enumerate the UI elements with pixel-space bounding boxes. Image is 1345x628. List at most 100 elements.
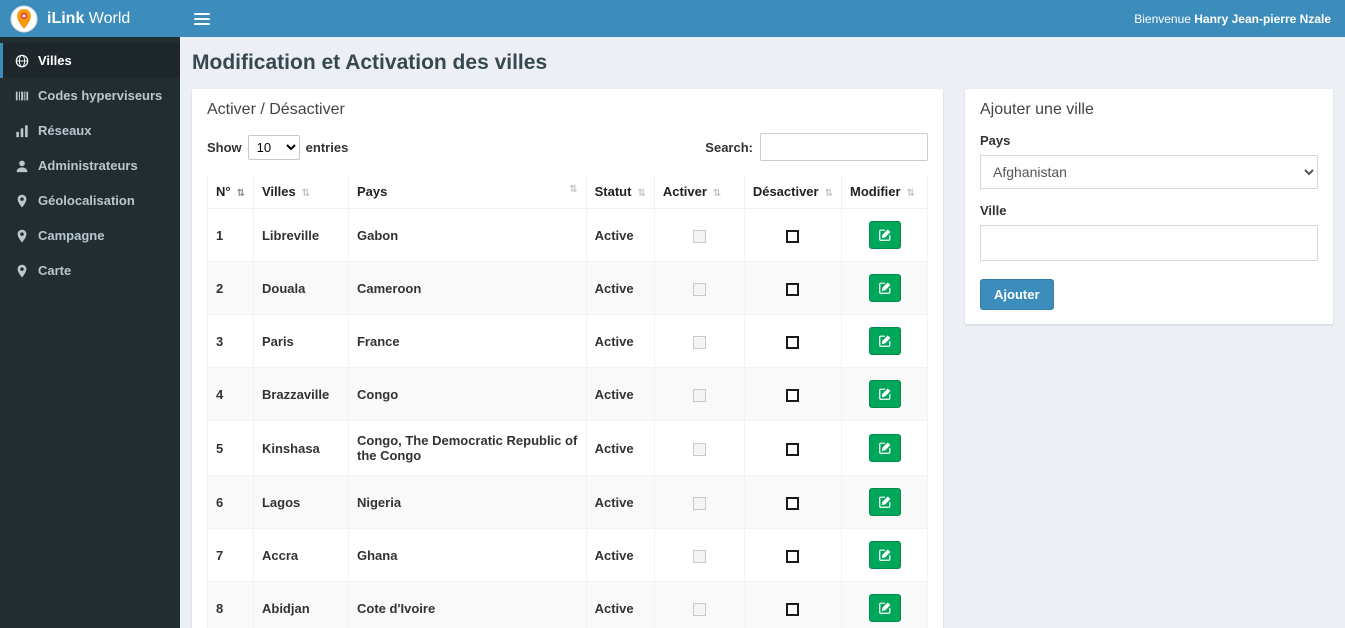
- edit-pencil-icon: [878, 335, 890, 347]
- cell-ville: Douala: [252, 261, 349, 315]
- cell-pays: Congo: [347, 367, 587, 421]
- desactiver-checkbox[interactable]: [786, 496, 800, 510]
- desactiver-checkbox[interactable]: [786, 442, 800, 456]
- cell-num: 4: [207, 367, 254, 421]
- search-input[interactable]: [760, 133, 928, 161]
- sidebar-item-campagne[interactable]: Campagne: [0, 218, 180, 253]
- welcome-message: Bienvenue Hanry Jean-pierre Nzale: [1134, 12, 1331, 26]
- sidebar-item-reseaux[interactable]: Réseaux: [0, 113, 180, 148]
- show-label: Show: [207, 139, 242, 155]
- sidebar-item-label: Codes hyperviseurs: [38, 88, 163, 103]
- cell-desactiver: [743, 475, 843, 529]
- desactiver-checkbox[interactable]: [786, 602, 800, 616]
- cell-statut: Active: [585, 261, 655, 315]
- cell-desactiver: [743, 314, 843, 368]
- cities-table-panel: Activer / Désactiver Show 10 entries Sea…: [192, 89, 943, 628]
- sort-icon: ⇅: [637, 188, 646, 199]
- edit-button[interactable]: [868, 434, 901, 462]
- desactiver-checkbox[interactable]: [786, 549, 800, 563]
- sort-icon: ⇅: [712, 188, 722, 199]
- cell-ville: Abidjan: [252, 581, 349, 628]
- cell-activer: [653, 420, 745, 476]
- ajouter-button[interactable]: Ajouter: [980, 279, 1054, 310]
- sidebar-item-label: Administrateurs: [38, 158, 138, 173]
- cell-statut: Active: [585, 367, 655, 421]
- table-row: 4 Brazzaville Congo Active: [207, 367, 928, 421]
- cell-modifier: [841, 367, 928, 421]
- sort-icon: ⇅: [301, 188, 311, 199]
- sidebar-item-administrateurs[interactable]: Administrateurs: [0, 148, 180, 183]
- sidebar-item-carte[interactable]: Carte: [0, 253, 180, 288]
- cell-ville: Lagos: [252, 475, 349, 529]
- cell-desactiver: [743, 581, 843, 628]
- brand-area: iLink World: [0, 0, 180, 37]
- table-row: 7 Accra Ghana Active: [207, 528, 928, 582]
- sort-icon: ⇅: [824, 188, 833, 199]
- desactiver-checkbox[interactable]: [786, 388, 800, 402]
- edit-button[interactable]: [868, 380, 901, 408]
- brand-title-bold: iLink: [47, 9, 85, 27]
- column-header-pays[interactable]: Pays ⇅: [347, 175, 587, 209]
- add-city-panel: Ajouter une ville Pays Afghanistan Ville…: [965, 89, 1333, 324]
- cell-modifier: [841, 208, 928, 262]
- user-icon: [16, 160, 28, 172]
- table-panel-title: Activer / Désactiver: [207, 101, 345, 118]
- sidebar-item-label: Réseaux: [38, 123, 92, 138]
- edit-pencil-icon: [878, 602, 890, 614]
- activer-checkbox: [692, 282, 706, 296]
- column-header-villes[interactable]: Villes ⇅: [252, 175, 349, 209]
- pays-select[interactable]: Afghanistan: [980, 155, 1318, 189]
- edit-button[interactable]: [868, 488, 901, 516]
- edit-button[interactable]: [868, 274, 901, 302]
- search-control: Search:: [705, 133, 928, 161]
- sidebar-toggle-icon[interactable]: [194, 12, 210, 25]
- cell-num: 6: [207, 475, 254, 529]
- cell-activer: [653, 314, 745, 368]
- ville-input[interactable]: [980, 225, 1318, 261]
- map-marker-icon: [17, 229, 27, 242]
- edit-button[interactable]: [868, 327, 901, 355]
- cell-statut: Active: [585, 528, 655, 582]
- cell-desactiver: [743, 367, 843, 421]
- edit-button[interactable]: [868, 541, 901, 569]
- sidebar-item-label: Villes: [38, 53, 72, 68]
- entries-length-select[interactable]: 10: [247, 134, 300, 160]
- column-header-num[interactable]: N° ⇅: [207, 175, 254, 209]
- column-header-statut[interactable]: Statut ⇅: [585, 175, 655, 209]
- desactiver-checkbox[interactable]: [786, 335, 800, 349]
- cell-pays: France: [347, 314, 587, 368]
- activer-checkbox: [692, 335, 706, 349]
- edit-button[interactable]: [868, 221, 901, 249]
- cell-modifier: [841, 420, 928, 476]
- table-row: 6 Lagos Nigeria Active: [207, 475, 928, 529]
- column-header-modifier[interactable]: Modifier ⇅: [841, 175, 928, 209]
- cell-statut: Active: [585, 314, 655, 368]
- desactiver-checkbox[interactable]: [786, 229, 800, 243]
- column-header-activer[interactable]: Activer ⇅: [653, 175, 745, 209]
- edit-button[interactable]: [868, 594, 901, 622]
- top-navbar: Bienvenue Hanry Jean-pierre Nzale: [180, 0, 1345, 37]
- cell-statut: Active: [585, 208, 655, 262]
- cell-desactiver: [743, 528, 843, 582]
- cell-num: 2: [207, 261, 254, 315]
- brand-title: iLink World: [47, 10, 130, 28]
- edit-pencil-icon: [878, 496, 890, 508]
- cell-statut: Active: [585, 475, 655, 529]
- main-content: Modification et Activation des villes Ac…: [180, 37, 1345, 628]
- entries-length-control: Show 10 entries: [207, 134, 348, 160]
- add-panel-title: Ajouter une ville: [980, 101, 1094, 118]
- table-row: 8 Abidjan Cote d'Ivoire Active: [207, 581, 928, 628]
- cell-statut: Active: [585, 581, 655, 628]
- desactiver-checkbox[interactable]: [786, 282, 800, 296]
- sidebar-item-geolocalisation[interactable]: Géolocalisation: [0, 183, 180, 218]
- cell-ville: Brazzaville: [252, 367, 349, 421]
- sidebar-item-codes-hyperviseurs[interactable]: Codes hyperviseurs: [0, 78, 180, 113]
- cell-num: 5: [207, 420, 254, 476]
- sidebar-item-villes[interactable]: Villes: [0, 43, 180, 78]
- table-row: 3 Paris France Active: [207, 314, 928, 368]
- cell-activer: [653, 208, 745, 262]
- activer-checkbox: [692, 496, 706, 510]
- activer-checkbox: [692, 442, 706, 456]
- edit-pencil-icon: [878, 388, 890, 400]
- column-header-desactiver[interactable]: Désactiver ⇅: [743, 175, 843, 209]
